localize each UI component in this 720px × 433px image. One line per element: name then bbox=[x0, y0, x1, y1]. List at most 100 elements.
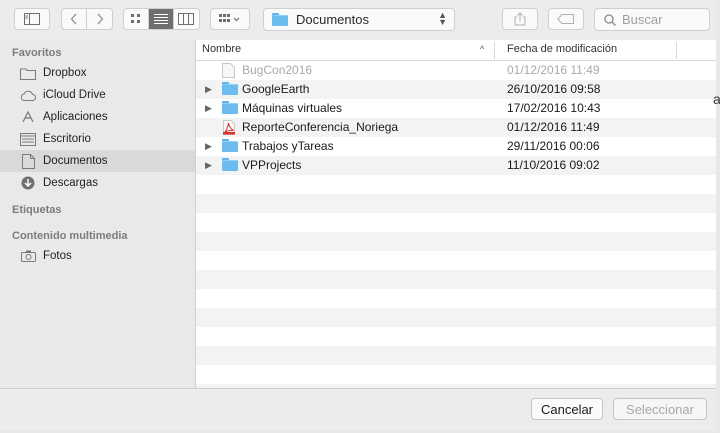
share-button[interactable] bbox=[502, 8, 538, 30]
group-by-button[interactable] bbox=[210, 8, 250, 30]
search-field[interactable]: Buscar bbox=[594, 8, 710, 31]
empty-row bbox=[196, 251, 716, 270]
empty-row bbox=[196, 213, 716, 232]
share-icon bbox=[514, 12, 526, 26]
view-mode-selector bbox=[123, 8, 200, 30]
sidebar-item-label: Documentos bbox=[43, 155, 108, 167]
file-icon bbox=[222, 63, 238, 78]
table-row[interactable]: ▶ Trabajos yTareas 29/11/2016 00:06 bbox=[196, 137, 716, 156]
background-window-text: a bbox=[713, 91, 720, 107]
sidebar-item-label: Escritorio bbox=[43, 133, 91, 145]
tag-icon bbox=[557, 14, 574, 24]
table-row[interactable]: ▶ GoogleEarth 26/10/2016 09:58 bbox=[196, 80, 716, 99]
chevron-right-icon bbox=[96, 13, 103, 25]
search-icon bbox=[604, 13, 616, 26]
file-name: GoogleEarth bbox=[242, 82, 310, 96]
empty-row bbox=[196, 346, 716, 365]
folder-icon bbox=[222, 158, 238, 172]
file-date: 26/10/2016 09:58 bbox=[507, 82, 601, 96]
up-down-arrows-icon: ▲ ▼ bbox=[438, 10, 447, 27]
table-row[interactable]: ▶ Máquinas virtuales 17/02/2016 10:43 bbox=[196, 99, 716, 118]
sidebar-item-escritorio[interactable]: Escritorio bbox=[0, 128, 195, 150]
location-popup[interactable]: Documentos ▲ ▼ bbox=[263, 8, 455, 31]
desktop-icon bbox=[20, 132, 36, 146]
file-name: Trabajos yTareas bbox=[242, 139, 334, 153]
sidebar-icon bbox=[24, 13, 40, 25]
sidebar-item-label: Descargas bbox=[43, 177, 98, 189]
icon-view-button[interactable] bbox=[124, 9, 150, 29]
column-header-date[interactable]: Fecha de modificación bbox=[507, 43, 617, 55]
sort-ascending-icon: ^ bbox=[480, 44, 485, 54]
document-icon bbox=[20, 153, 36, 169]
empty-row bbox=[196, 194, 716, 213]
sidebar-item-label: Dropbox bbox=[43, 67, 87, 79]
empty-row bbox=[196, 289, 716, 308]
cancel-button[interactable]: Cancelar bbox=[531, 398, 603, 420]
disclosure-triangle-icon[interactable]: ▶ bbox=[205, 84, 212, 95]
empty-row bbox=[196, 232, 716, 251]
toolbar: Documentos ▲ ▼ Buscar bbox=[0, 0, 716, 40]
folder-icon bbox=[20, 66, 36, 80]
folder-icon bbox=[222, 101, 238, 115]
sidebar-toggle-button[interactable] bbox=[14, 8, 50, 30]
column-view-button[interactable] bbox=[174, 9, 199, 29]
sidebar-item-dropbox[interactable]: Dropbox bbox=[0, 62, 195, 84]
table-row: BugCon2016 01/12/2016 11:49 bbox=[196, 61, 716, 80]
disclosure-triangle-icon[interactable]: ▶ bbox=[205, 141, 212, 152]
folder-icon bbox=[222, 139, 238, 153]
file-name: BugCon2016 bbox=[242, 63, 313, 77]
sidebar-item-label: Fotos bbox=[43, 250, 72, 262]
empty-row bbox=[196, 175, 716, 194]
arrange-icon bbox=[219, 14, 240, 22]
file-name: ReporteConferencia_Noriega bbox=[242, 120, 399, 134]
file-date: 29/11/2016 00:06 bbox=[507, 139, 600, 153]
file-name: Máquinas virtuales bbox=[242, 101, 343, 115]
pdf-icon bbox=[222, 120, 238, 135]
list-view-button[interactable] bbox=[149, 9, 174, 29]
empty-row bbox=[196, 365, 716, 384]
list-icon bbox=[154, 14, 168, 24]
chevron-left-icon bbox=[70, 13, 77, 25]
sidebar-item-label: Aplicaciones bbox=[43, 111, 108, 123]
location-label: Documentos bbox=[296, 12, 369, 27]
select-button[interactable]: Seleccionar bbox=[613, 398, 707, 420]
sidebar-item-descargas[interactable]: Descargas bbox=[0, 172, 195, 194]
folder-icon bbox=[222, 82, 238, 96]
sidebar-section-favorites: Favoritos bbox=[12, 47, 62, 59]
button-bar: Cancelar Seleccionar bbox=[0, 388, 716, 430]
file-list: Nombre ^ Fecha de modificación BugCon201… bbox=[196, 40, 716, 388]
disclosure-triangle-icon[interactable]: ▶ bbox=[205, 103, 212, 114]
tags-button[interactable] bbox=[548, 8, 584, 30]
table-row[interactable]: ReporteConferencia_Noriega 01/12/2016 11… bbox=[196, 118, 716, 137]
file-date: 01/12/2016 11:49 bbox=[507, 120, 600, 134]
sidebar-item-label: iCloud Drive bbox=[43, 89, 106, 101]
apps-icon bbox=[20, 110, 36, 124]
file-rows: BugCon2016 01/12/2016 11:49 ▶ GoogleEart… bbox=[196, 61, 716, 388]
disclosure-triangle-icon[interactable]: ▶ bbox=[205, 160, 212, 171]
file-date: 17/02/2016 10:43 bbox=[507, 101, 601, 115]
empty-row bbox=[196, 327, 716, 346]
file-list-header: Nombre ^ Fecha de modificación bbox=[196, 40, 716, 61]
table-row[interactable]: ▶ VPProjects 11/10/2016 09:02 bbox=[196, 156, 716, 175]
sidebar-item-fotos[interactable]: Fotos bbox=[0, 245, 195, 267]
file-date: 11/10/2016 09:02 bbox=[507, 158, 600, 172]
empty-row bbox=[196, 270, 716, 289]
columns-icon bbox=[178, 13, 195, 25]
sidebar-item-aplicaciones[interactable]: Aplicaciones bbox=[0, 106, 195, 128]
cloud-icon bbox=[20, 88, 36, 102]
file-date: 01/12/2016 11:49 bbox=[507, 63, 600, 77]
sidebar: Favoritos Dropbox iCloud Drive Aplicacio… bbox=[0, 40, 196, 388]
sidebar-section-tags: Etiquetas bbox=[12, 204, 62, 216]
sidebar-item-documentos[interactable]: Documentos bbox=[0, 150, 195, 172]
file-open-dialog: Documentos ▲ ▼ Buscar Favoritos Dropbox i… bbox=[0, 0, 716, 430]
sidebar-item-icloud-drive[interactable]: iCloud Drive bbox=[0, 84, 195, 106]
camera-icon bbox=[20, 249, 36, 263]
column-header-name[interactable]: Nombre bbox=[202, 43, 241, 55]
sidebar-section-media: Contenido multimedia bbox=[12, 230, 128, 242]
search-placeholder: Buscar bbox=[622, 12, 663, 27]
back-button[interactable] bbox=[62, 9, 88, 29]
forward-button[interactable] bbox=[87, 9, 112, 29]
empty-row bbox=[196, 308, 716, 327]
grid-icon bbox=[131, 14, 141, 23]
file-name: VPProjects bbox=[242, 158, 302, 172]
